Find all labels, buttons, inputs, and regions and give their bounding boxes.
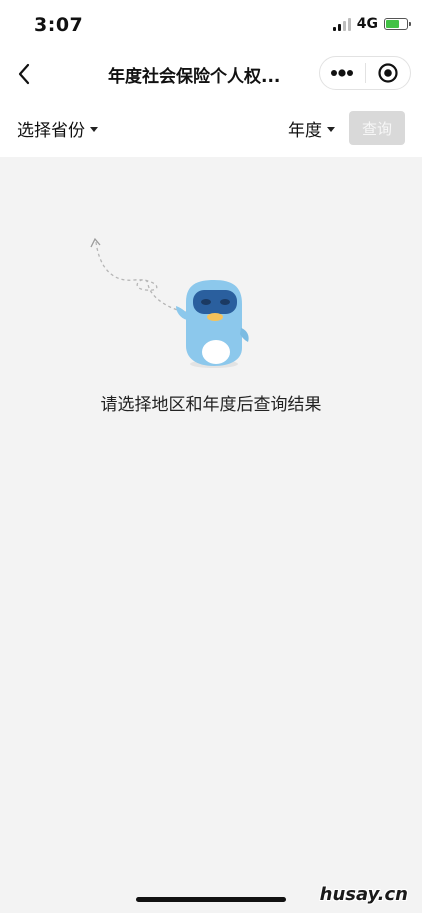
status-indicators: 4G (332, 16, 411, 32)
province-label: 选择省份 (17, 121, 85, 141)
signal-icon (332, 17, 351, 31)
watermark-text: husay.cn (319, 884, 408, 905)
more-button[interactable] (320, 57, 365, 89)
status-bar: 3:07 4G (0, 0, 422, 48)
home-indicator[interactable] (136, 897, 286, 902)
empty-state-illustration (86, 232, 256, 372)
page-title: 年度社会保险个人权... (108, 67, 281, 87)
battery-icon (384, 18, 411, 30)
year-dropdown[interactable]: 年度 (288, 116, 335, 141)
close-program-button[interactable] (365, 57, 410, 89)
mini-program-capsule (319, 56, 411, 90)
nav-bar: 年度社会保险个人权... (0, 48, 422, 100)
mascot-icon (90, 237, 249, 368)
year-label: 年度 (288, 121, 322, 141)
target-icon (378, 63, 398, 83)
status-time: 3:07 (34, 14, 84, 36)
query-button[interactable]: 查询 (349, 111, 405, 145)
filter-bar: 选择省份 年度 查询 (0, 100, 422, 157)
chevron-left-icon (18, 63, 30, 85)
more-icon (331, 69, 354, 77)
empty-state-message: 请选择地区和年度后查询结果 (100, 395, 322, 415)
province-dropdown[interactable]: 选择省份 (17, 116, 98, 141)
caret-down-icon (90, 127, 98, 132)
network-type: 4G (356, 16, 378, 32)
caret-down-icon (327, 127, 335, 132)
back-button[interactable] (12, 58, 40, 90)
